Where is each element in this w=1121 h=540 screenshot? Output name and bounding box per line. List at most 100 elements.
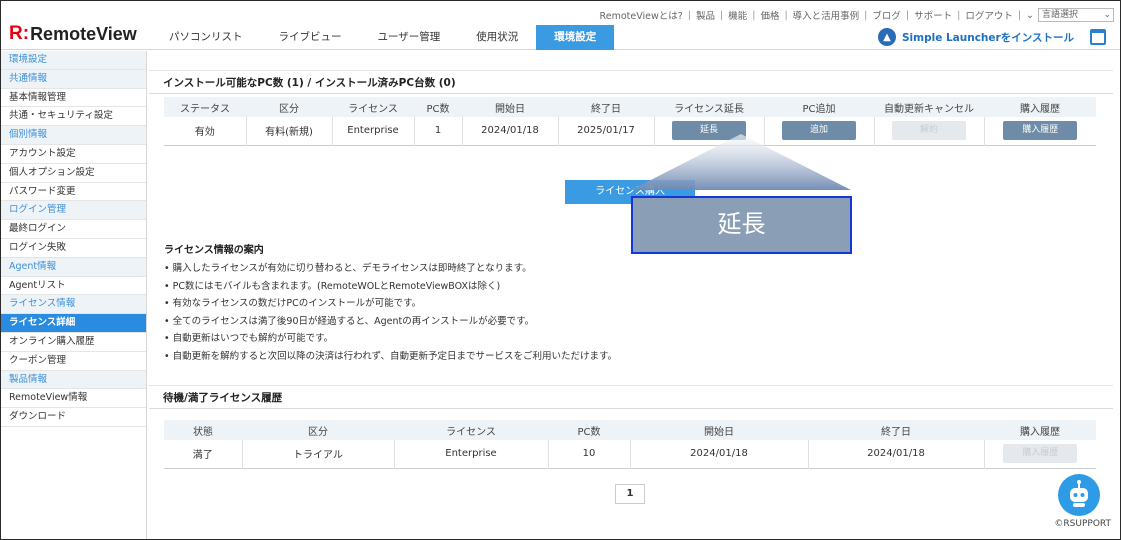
top-link-about[interactable]: RemoteViewとは?: [600, 8, 683, 22]
logo-text: RemoteView: [30, 23, 137, 44]
logo-mark: R:: [9, 23, 30, 44]
guide-title: ライセンス情報の案内: [164, 245, 264, 256]
tab-usage[interactable]: 使用状況: [458, 25, 536, 50]
launcher-icon: ▲: [877, 28, 896, 46]
cell-category: トライアル: [242, 440, 395, 468]
sidebar-item[interactable]: アカウント設定: [1, 145, 146, 164]
top-link-logout[interactable]: ログアウト: [965, 8, 1013, 22]
col-pc-count: PC数: [548, 420, 630, 440]
purchase-history-button: 購入履歴: [1003, 444, 1078, 464]
cell-license: Enterprise: [394, 440, 549, 468]
cell-category: 有料(新規): [246, 117, 333, 145]
sidebar-section[interactable]: ライセンス情報: [1, 295, 146, 315]
purchase-history-button[interactable]: 購入履歴: [1003, 121, 1078, 141]
copyright: ©RSUPPORT: [1054, 519, 1111, 529]
guide-list: • 購入したライセンスが有効に切り替わると、デモライセンスは即時終了となります。…: [164, 260, 617, 365]
sidebar-item[interactable]: パスワード変更: [1, 183, 146, 202]
col-license: ライセンス: [394, 420, 548, 440]
top-link-cases[interactable]: 導入と活用事例: [793, 8, 860, 22]
sidebar-section[interactable]: 製品情報: [1, 370, 146, 390]
cell-start: 2024/01/18: [462, 117, 559, 145]
list-item: • PC数にはモバイルも含まれます。(RemoteWOLとRemoteViewB…: [164, 280, 501, 292]
sidebar-section[interactable]: 環境設定: [1, 51, 146, 70]
history-section: 待機/満了ライセンス履歴: [149, 385, 1113, 409]
sidebar-item[interactable]: 共通・セキュリティ設定: [1, 107, 146, 127]
tab-user-management[interactable]: ユーザー管理: [360, 25, 459, 50]
logo[interactable]: R: RemoteView: [9, 23, 137, 45]
sidebar-item[interactable]: クーポン管理: [1, 352, 146, 371]
list-item: • 自動更新を解約すると次回以降の決済は行われず、自動更新予定日までサービスをご…: [164, 350, 618, 362]
col-add: PC追加: [764, 97, 874, 117]
col-history: 購入履歴: [984, 97, 1096, 117]
col-category: 区分: [242, 420, 394, 440]
col-status: ステータス: [164, 97, 246, 117]
sidebar-section[interactable]: ログイン管理: [1, 201, 146, 221]
cell-pc-count: 10: [548, 440, 631, 468]
cell-cancel: 解約: [874, 117, 985, 145]
col-extend: ライセンス延長: [654, 97, 764, 117]
top-link-support[interactable]: サポート: [914, 8, 952, 22]
main-tabs: パソコンリスト ライブビュー ユーザー管理 使用状況 環境設定: [151, 25, 615, 50]
sidebar-item[interactable]: オンライン購入履歴: [1, 333, 146, 352]
sidebar-item[interactable]: 最終ログイン: [1, 220, 146, 239]
cell-status: 有効: [164, 117, 247, 145]
list-item: • 全てのライセンスは満了後90日が経過すると、Agentの再インストールが必要…: [164, 315, 535, 327]
sidebar-item[interactable]: 基本情報管理: [1, 89, 146, 108]
list-item: • 購入したライセンスが有効に切り替わると、デモライセンスは即時終了となります。: [164, 263, 532, 274]
sidebar-section[interactable]: 個別情報: [1, 126, 146, 145]
col-history: 購入履歴: [984, 420, 1096, 440]
history-table: 状態 区分 ライセンス PC数 開始日 終了日 購入履歴 満了 トライアル En…: [164, 420, 1096, 469]
sidebar-item[interactable]: ダウンロード: [1, 408, 146, 427]
top-links: RemoteViewとは? | 製品 | 機能 | 価格 | 導入と活用事例 | ブログ |…: [600, 8, 1114, 22]
tab-settings[interactable]: 環境設定: [536, 25, 615, 50]
table-row: 満了 トライアル Enterprise 10 2024/01/18 2024/0…: [164, 440, 1096, 468]
sidebar: 環境設定 共通情報 基本情報管理 共通・セキュリティ設定 個別情報 アカウント設定 個人オプ…: [1, 51, 147, 539]
cell-license: Enterprise: [332, 117, 415, 145]
launcher-label: Simple Launcherをインストール: [901, 31, 1074, 44]
sidebar-item[interactable]: Agentリスト: [1, 277, 146, 296]
sidebar-item[interactable]: ログイン失敗: [1, 239, 146, 258]
col-end: 終了日: [808, 420, 984, 440]
main-content: インストール可能なPC数 (1) / インストール済みPC台数 (0) ステータ…: [149, 70, 1113, 504]
col-start: 開始日: [462, 97, 558, 117]
header: R: RemoteView RemoteViewとは? | 製品 | 機能 | 価格 |…: [1, 1, 1120, 50]
col-end: 終了日: [558, 97, 654, 117]
chevron-down-icon: ⌄: [1026, 9, 1034, 21]
cell-end: 2024/01/18: [808, 440, 985, 468]
cell-pc-count: 1: [414, 117, 463, 145]
sidebar-item[interactable]: RemoteView情報: [1, 389, 146, 409]
install-launcher-link[interactable]: ▲ Simple Launcherをインストール: [877, 28, 1074, 46]
top-link-feature[interactable]: 機能: [728, 8, 747, 22]
sidebar-item[interactable]: 個人オプション設定: [1, 164, 146, 183]
cell-state: 満了: [164, 440, 243, 468]
window-icon[interactable]: [1090, 29, 1106, 45]
cancel-auto-renew-button: 解約: [892, 121, 966, 141]
chevron-down-icon: ⌄: [1103, 10, 1111, 20]
chatbot-icon[interactable]: [1058, 474, 1100, 516]
sidebar-section[interactable]: 共通情報: [1, 69, 146, 89]
col-pc-count: PC数: [414, 97, 462, 117]
callout-extend: 延長: [631, 196, 852, 254]
top-link-blog[interactable]: ブログ: [872, 8, 901, 22]
top-link-product[interactable]: 製品: [696, 8, 715, 22]
list-item: • 自動更新はいつでも解約が可能です。: [164, 333, 334, 344]
tab-pc-list[interactable]: パソコンリスト: [151, 25, 261, 50]
sidebar-item[interactable]: ライセンス詳細: [1, 314, 146, 333]
list-item: • 有効なライセンスの数だけPCのインストールが可能です。: [164, 298, 422, 309]
cell-history: 購入履歴: [984, 117, 1096, 145]
col-license: ライセンス: [332, 97, 414, 117]
language-select[interactable]: 言語選択 ⌄: [1038, 8, 1114, 22]
col-state: 状態: [164, 420, 242, 440]
top-link-price[interactable]: 価格: [760, 8, 779, 22]
col-start: 開始日: [630, 420, 808, 440]
cell-start: 2024/01/18: [630, 440, 809, 468]
page-1-button[interactable]: 1: [615, 484, 645, 504]
tab-live-view[interactable]: ライブビュー: [261, 25, 360, 50]
page-title: インストール可能なPC数 (1) / インストール済みPC台数 (0): [149, 70, 1113, 94]
cell-history: 購入履歴: [984, 440, 1096, 468]
sidebar-section[interactable]: Agent情報: [1, 257, 146, 277]
language-select-label: 言語選択: [1042, 10, 1079, 20]
callout-pointer: [631, 134, 851, 190]
history-title: 待機/満了ライセンス履歴: [149, 385, 1113, 409]
col-category: 区分: [246, 97, 332, 117]
